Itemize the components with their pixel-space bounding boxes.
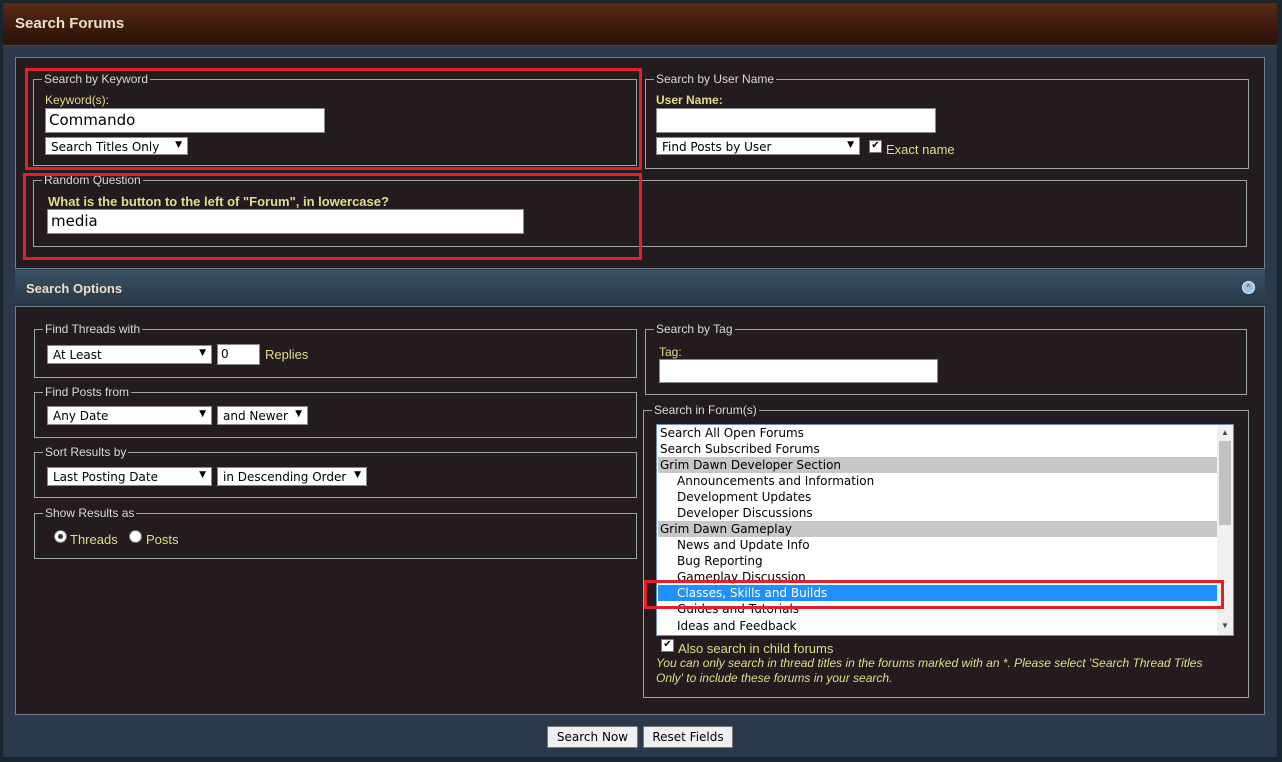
show-results-fieldset: Show Results as	[34, 506, 637, 559]
exact-name-checkbox[interactable]: ✔	[869, 140, 882, 153]
sort-field-value: Last Posting Date	[53, 470, 158, 484]
forum-option-news[interactable]: News and Update Info	[658, 537, 1219, 553]
scroll-up-icon[interactable]: ▲	[1221, 428, 1229, 437]
threads-radio[interactable]	[54, 530, 67, 543]
chevron-down-icon: ▼	[199, 470, 206, 480]
user-label: User Name:	[656, 93, 723, 107]
replies-label: Replies	[265, 347, 309, 362]
forums-note: You can only search in thread titles in …	[656, 656, 1203, 685]
replies-count-input[interactable]: 0	[217, 344, 260, 365]
posts-date-value: Any Date	[53, 409, 109, 423]
posts-radio[interactable]	[129, 530, 142, 543]
child-forums-label: Also search in child forums	[678, 641, 834, 656]
show-results-legend: Show Results as	[45, 506, 135, 520]
user-legend: Search by User Name	[656, 72, 775, 86]
threads-qualifier-value: At Least	[53, 348, 102, 362]
user-mode-value: Find Posts by User	[662, 140, 772, 154]
sort-field-select[interactable]: Last Posting Date ▼	[47, 467, 212, 486]
reset-fields-button[interactable]: Reset Fields	[643, 726, 733, 748]
scrollbar-thumb[interactable]	[1219, 441, 1231, 525]
search-options-header[interactable]: Search Options ^	[15, 270, 1265, 306]
posts-direction-value: and Newer	[223, 409, 288, 423]
chevron-down-icon: ▼	[199, 348, 206, 358]
highlight-keyword	[25, 68, 642, 170]
chevron-down-icon: ▼	[847, 140, 854, 150]
posts-radio-label: Posts	[146, 532, 179, 547]
search-options-title: Search Options	[26, 281, 123, 296]
forum-group-gameplay[interactable]: Grim Dawn Gameplay	[658, 521, 1219, 537]
find-threads-legend: Find Threads with	[45, 322, 141, 336]
sort-order-value: in Descending Order	[223, 470, 347, 484]
posts-date-select[interactable]: Any Date ▼	[47, 406, 212, 425]
forum-option-all[interactable]: Search All Open Forums	[658, 425, 1219, 441]
search-now-button[interactable]: Search Now	[547, 726, 638, 748]
chevron-down-icon: ▼	[354, 470, 361, 480]
page-title: Search Forums	[15, 15, 125, 32]
forum-option-bug-reporting[interactable]: Bug Reporting	[658, 553, 1219, 569]
user-name-input[interactable]	[656, 108, 936, 133]
exact-name-label: Exact name	[886, 142, 955, 157]
forums-legend: Search in Forum(s)	[654, 403, 757, 417]
highlight-question	[23, 173, 642, 260]
forum-option-dev-updates[interactable]: Development Updates	[658, 489, 1219, 505]
threads-radio-label: Threads	[70, 532, 118, 547]
forum-option-subscribed[interactable]: Search Subscribed Forums	[658, 441, 1219, 457]
tag-label: Tag:	[659, 345, 682, 359]
title-bar: Search Forums	[3, 3, 1277, 46]
child-forums-checkbox[interactable]: ✔	[661, 639, 674, 652]
tag-legend: Search by Tag	[656, 322, 733, 336]
sort-order-select[interactable]: in Descending Order ▼	[217, 467, 367, 486]
posts-direction-select[interactable]: and Newer ▼	[217, 406, 308, 425]
scroll-down-icon[interactable]: ▼	[1221, 621, 1229, 630]
chevron-down-icon: ▼	[199, 409, 206, 419]
forum-group-developer[interactable]: Grim Dawn Developer Section	[658, 457, 1219, 473]
highlight-selected-forum	[644, 580, 1224, 609]
forum-option-announcements[interactable]: Announcements and Information	[658, 473, 1219, 489]
forum-option-dev-discussions[interactable]: Developer Discussions	[658, 505, 1219, 521]
user-mode-select[interactable]: Find Posts by User ▼	[656, 137, 860, 155]
collapse-icon[interactable]: ^	[1242, 281, 1255, 294]
forum-option-ideas[interactable]: Ideas and Feedback	[658, 618, 1219, 634]
tag-input[interactable]	[659, 359, 938, 383]
chevron-down-icon: ▼	[295, 409, 302, 419]
find-posts-legend: Find Posts from	[45, 385, 130, 399]
threads-qualifier-select[interactable]: At Least ▼	[47, 345, 212, 364]
sort-results-legend: Sort Results by	[45, 445, 127, 459]
